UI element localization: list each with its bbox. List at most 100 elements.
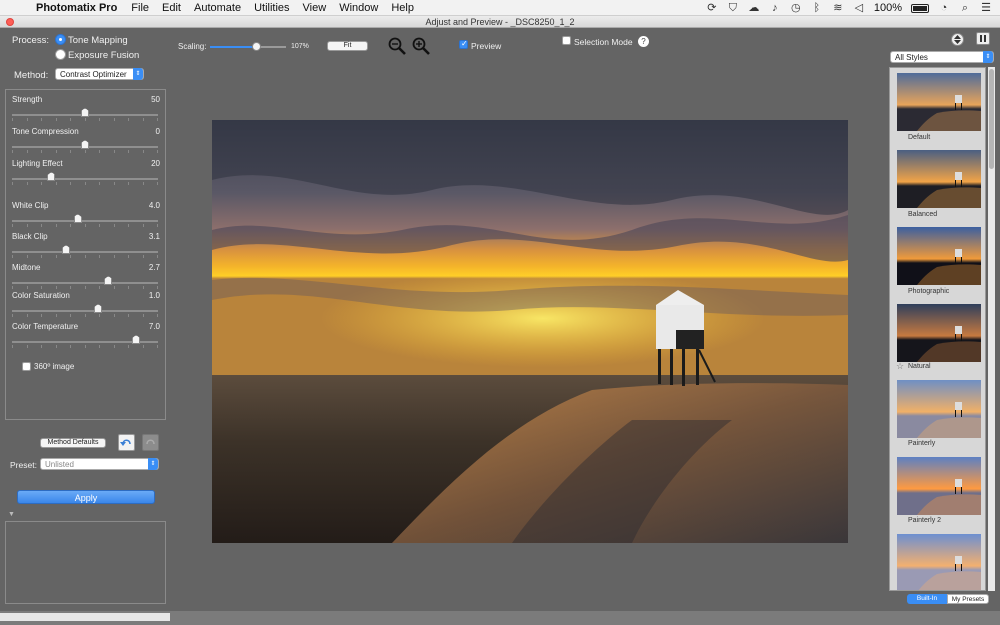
tab-built-in[interactable]: Built-In	[907, 594, 947, 604]
slider-midtone[interactable]: Midtone 2.7	[12, 263, 160, 293]
horizontal-scrollbar[interactable]	[0, 613, 170, 621]
grid-icon	[980, 35, 986, 42]
style-thumbnail[interactable]	[897, 534, 981, 590]
menu-edit[interactable]: Edit	[162, 2, 181, 14]
sort-button[interactable]	[951, 33, 964, 46]
method-select[interactable]: Contrast Optimizer ⇕	[55, 68, 144, 80]
style-label-photographic[interactable]: Photographic	[908, 288, 949, 295]
menu-app-name[interactable]: Photomatix Pro	[36, 2, 117, 14]
speed-icon[interactable]: ◔	[938, 2, 950, 14]
zoom-out-button[interactable]	[387, 36, 407, 56]
process-label: Process:	[12, 35, 49, 46]
slider-tick	[41, 286, 42, 289]
wifi-icon[interactable]: ≋	[832, 2, 844, 14]
shield-icon[interactable]: ⛉	[727, 2, 739, 14]
exposure-fusion-radio[interactable]	[55, 49, 66, 60]
slider-thumb[interactable]	[104, 276, 113, 285]
slider-tone-compression[interactable]: Tone Compression 0	[12, 127, 160, 157]
style-thumbnail[interactable]	[897, 73, 981, 131]
style-thumbnail[interactable]	[897, 380, 981, 438]
slider-tick	[84, 118, 86, 121]
list-icon[interactable]: ☰	[980, 2, 992, 14]
method-select-value: Contrast Optimizer	[60, 70, 127, 79]
slider-thumb[interactable]	[62, 245, 71, 254]
menu-help[interactable]: Help	[391, 2, 414, 14]
method-defaults-button[interactable]: Method Defaults	[40, 438, 106, 448]
style-thumbnail[interactable]	[897, 227, 981, 285]
slider-thumb[interactable]	[81, 140, 89, 149]
slider-thumb[interactable]	[47, 172, 56, 181]
slider-thumb[interactable]	[132, 335, 141, 344]
volume-icon[interactable]: ◁	[853, 2, 865, 14]
styles-filter-select[interactable]: All Styles ⇕	[890, 51, 994, 63]
battery-icon[interactable]	[911, 3, 929, 13]
menu-window[interactable]: Window	[339, 2, 378, 14]
help-button[interactable]: ?	[638, 36, 649, 47]
style-thumbnail[interactable]	[897, 150, 981, 208]
redo-icon	[146, 439, 155, 445]
bluetooth-icon[interactable]: ᛒ	[811, 2, 823, 14]
style-label-natural[interactable]: Natural	[908, 363, 931, 370]
grid-view-button[interactable]	[976, 32, 990, 45]
selection-mode-label[interactable]: Selection Mode	[574, 37, 633, 47]
style-preview-image	[897, 380, 981, 438]
menu-file[interactable]: File	[131, 2, 149, 14]
styles-scrollbar[interactable]	[988, 67, 995, 591]
apply-button[interactable]: Apply	[17, 490, 155, 504]
slider-thumb[interactable]	[81, 108, 89, 117]
sync-icon[interactable]: ⟳	[706, 2, 718, 14]
undo-button[interactable]	[118, 434, 135, 451]
style-label-painterly-2[interactable]: Painterly 2	[908, 517, 941, 524]
style-thumbnail[interactable]	[897, 304, 981, 362]
preview-checkbox[interactable]	[459, 39, 468, 49]
preview-image[interactable]	[212, 120, 848, 543]
slider-tick	[55, 150, 57, 153]
image360-checkbox[interactable]	[22, 362, 31, 371]
preset-select[interactable]: Unlisted ⇕	[40, 458, 159, 470]
slider-white-clip[interactable]: White Clip 4.0	[12, 201, 160, 231]
tab-my-presets[interactable]: My Presets	[947, 594, 989, 604]
slider-thumb[interactable]	[73, 214, 82, 223]
tone-mapping-radio[interactable]	[55, 34, 66, 45]
zoom-out-icon	[388, 37, 406, 55]
style-label-balanced[interactable]: Balanced	[908, 211, 937, 218]
menu-automate[interactable]: Automate	[194, 2, 241, 14]
slider-thumb[interactable]	[94, 304, 103, 313]
tone-mapping-label[interactable]: Tone Mapping	[68, 35, 128, 46]
slider-color-temperature[interactable]: Color Temperature 7.0	[12, 322, 160, 352]
selection-mode-checkbox[interactable]	[562, 36, 571, 45]
style-thumbnail[interactable]	[897, 457, 981, 515]
preview-label[interactable]: Preview	[471, 41, 501, 51]
fit-button[interactable]: Fit	[327, 41, 368, 51]
slider-track	[12, 310, 158, 312]
collapse-triangle-icon[interactable]: ▼	[8, 511, 15, 518]
slider-lighting-effect[interactable]: Lighting Effect 20	[12, 159, 160, 189]
slider-tick	[84, 255, 86, 258]
menu-view[interactable]: View	[303, 2, 327, 14]
scaling-thumb[interactable]	[251, 42, 261, 51]
cloud-icon[interactable]: ☁	[748, 2, 760, 14]
exposure-fusion-label[interactable]: Exposure Fusion	[68, 50, 139, 61]
slider-tick	[113, 255, 115, 258]
search-icon[interactable]: ⌕	[959, 2, 971, 14]
style-label-default[interactable]: Default	[908, 134, 930, 141]
slider-color-saturation[interactable]: Color Saturation 1.0	[12, 291, 160, 321]
style-label-painterly[interactable]: Painterly	[908, 440, 935, 447]
zoom-in-button[interactable]	[411, 36, 431, 56]
slider-track	[12, 178, 158, 180]
slider-strength[interactable]: Strength 50	[12, 95, 160, 125]
slider-tick	[128, 182, 129, 185]
image360-label[interactable]: 360º image	[34, 362, 74, 371]
slider-tick	[113, 286, 115, 289]
redo-button[interactable]	[142, 434, 159, 451]
slider-tick	[128, 224, 129, 227]
clock-icon[interactable]: ◷	[790, 2, 802, 14]
styles-scrollbar-knob[interactable]	[989, 69, 994, 169]
scaling-slider[interactable]	[210, 42, 286, 52]
star-icon[interactable]: ☆	[896, 361, 904, 372]
menu-utilities[interactable]: Utilities	[254, 2, 289, 14]
battery-percent[interactable]: 100%	[874, 2, 902, 14]
sound-icon[interactable]: ♪	[769, 2, 781, 14]
slider-black-clip[interactable]: Black Clip 3.1	[12, 232, 160, 262]
close-icon[interactable]	[6, 18, 14, 26]
